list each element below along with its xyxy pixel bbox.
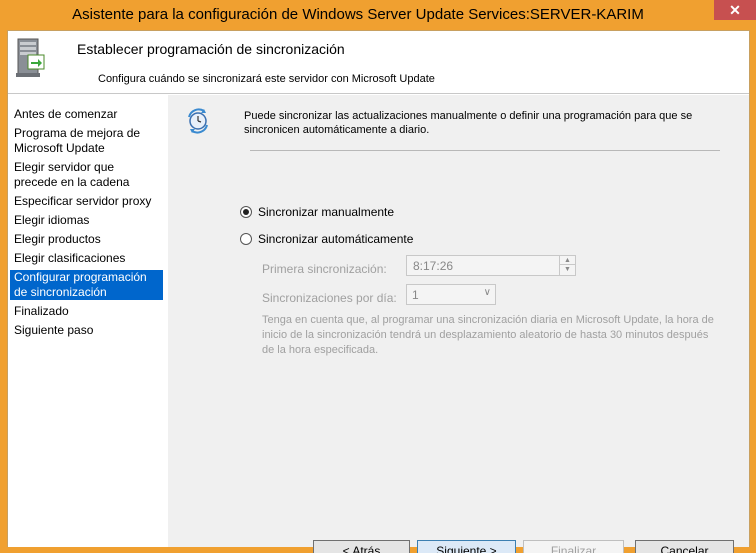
spin-down-icon[interactable]: ▼ bbox=[560, 265, 575, 274]
nav-item-servidor-proxy[interactable]: Especificar servidor proxy bbox=[10, 194, 163, 209]
wizard-nav: Antes de comenzar Programa de mejora de … bbox=[8, 95, 168, 547]
page-title: Establecer programación de sincronizació… bbox=[77, 41, 345, 57]
back-button[interactable]: < Atrás bbox=[313, 540, 410, 553]
cancel-button[interactable]: Cancelar bbox=[635, 540, 734, 553]
intro-text: Puede sincronizar las actualizaciones ma… bbox=[244, 110, 693, 136]
wizard-content: Puede sincronizar las actualizaciones ma… bbox=[168, 95, 749, 553]
window-title: Asistente para la configuración de Windo… bbox=[72, 6, 644, 23]
first-sync-time-input[interactable]: 8:17:26 ▲ ▼ bbox=[406, 255, 576, 276]
title-bar[interactable]: Asistente para la configuración de Windo… bbox=[0, 0, 756, 30]
nav-item-antes-de-comenzar[interactable]: Antes de comenzar bbox=[10, 107, 163, 122]
nav-item-productos[interactable]: Elegir productos bbox=[10, 232, 163, 247]
first-sync-time-value: 8:17:26 bbox=[413, 259, 454, 273]
sync-clock-icon bbox=[188, 108, 208, 134]
nav-item-programacion[interactable]: Configurar programación de sincronizació… bbox=[10, 270, 163, 300]
server-sync-icon bbox=[16, 38, 45, 77]
spin-up-icon[interactable]: ▲ bbox=[560, 256, 575, 265]
client-area: Establecer programación de sincronizació… bbox=[7, 30, 750, 553]
schedule-note: Tenga en cuenta que, al programar una si… bbox=[262, 314, 714, 356]
time-spinner[interactable]: ▲ ▼ bbox=[559, 256, 575, 275]
chevron-down-icon: ∨ bbox=[483, 287, 491, 298]
separator bbox=[250, 150, 720, 151]
page-subtitle: Configura cuándo se sincronizará este se… bbox=[98, 73, 435, 85]
finish-button[interactable]: Finalizar bbox=[523, 540, 624, 553]
manual-sync-label[interactable]: Sincronizar manualmente bbox=[258, 205, 394, 219]
nav-item-servidor-precede[interactable]: Elegir servidor que precede en la cadena bbox=[10, 160, 160, 190]
per-day-select[interactable]: 1 ∨ bbox=[406, 284, 496, 305]
next-button[interactable]: Siguiente > bbox=[417, 540, 516, 553]
wizard-header: Establecer programación de sincronizació… bbox=[8, 31, 749, 94]
close-button[interactable]: ✕ bbox=[714, 0, 756, 20]
wizard-window: Asistente para la configuración de Windo… bbox=[0, 0, 756, 553]
nav-item-clasificaciones[interactable]: Elegir clasificaciones bbox=[10, 251, 163, 266]
auto-sync-radio[interactable] bbox=[240, 233, 252, 245]
nav-item-finalizado[interactable]: Finalizado bbox=[10, 304, 163, 319]
auto-sync-label[interactable]: Sincronizar automáticamente bbox=[258, 232, 413, 246]
nav-item-siguiente-paso[interactable]: Siguiente paso bbox=[10, 323, 163, 338]
per-day-value: 1 bbox=[412, 288, 419, 302]
nav-item-idiomas[interactable]: Elegir idiomas bbox=[10, 213, 163, 228]
per-day-label: Sincronizaciones por día: bbox=[262, 291, 397, 305]
nav-item-programa-mejora[interactable]: Programa de mejora de Microsoft Update bbox=[10, 126, 160, 156]
first-sync-label: Primera sincronización: bbox=[262, 262, 387, 276]
manual-sync-radio[interactable] bbox=[240, 206, 252, 218]
